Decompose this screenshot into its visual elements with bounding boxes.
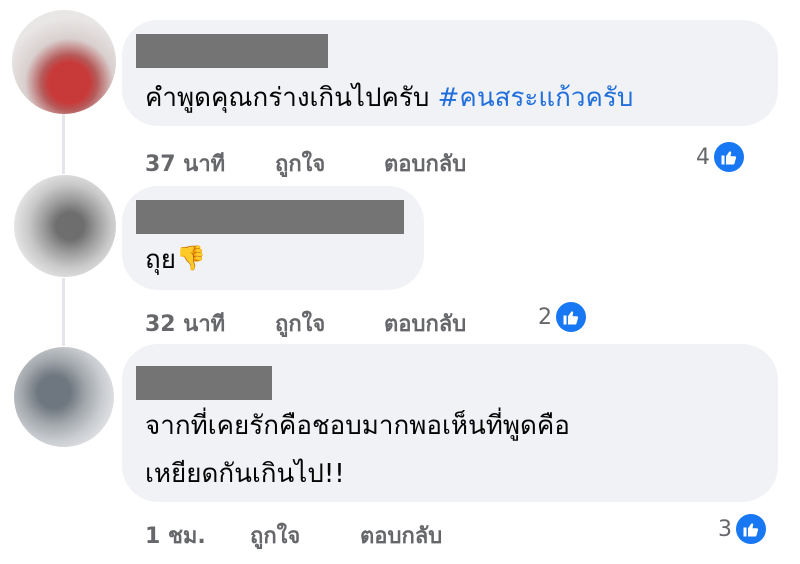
reaction-count: 3 [718,516,732,542]
redacted-author-name [136,366,272,400]
reaction-count: 2 [538,304,552,330]
comment-time[interactable]: 37 นาที [145,146,225,181]
thumbs-down-emoji: 👎 [175,244,206,272]
thread-line [62,114,65,174]
comment-text: คำพูดคุณกร่างเกินไปครับ #คนสระแก้วครับ [145,74,633,122]
reaction-summary[interactable]: 4 [696,142,744,172]
comment-text-body: ถุย [145,245,176,275]
comment-text-line: จากที่เคยรักคือชอบมากพอเห็นที่พูดคือ [145,411,570,441]
thumbs-up-icon [556,302,586,332]
comment-text: จากที่เคยรักคือชอบมากพอเห็นที่พูดคือ เหย… [145,402,570,498]
comment-time[interactable]: 32 นาที [145,306,225,341]
avatar[interactable] [14,347,114,447]
reaction-summary[interactable]: 3 [718,514,766,544]
redacted-author-name [136,34,328,68]
comment-text-line: เหยียดกันเกินไป!! [145,459,345,489]
hashtag-link[interactable]: #คนสระแก้วครับ [438,83,634,113]
thread-line [62,278,65,346]
avatar[interactable] [14,175,116,277]
redacted-author-name [136,200,404,234]
reply-button[interactable]: ตอบกลับ [360,518,442,553]
like-button[interactable]: ถูกใจ [250,518,300,553]
comment-time[interactable]: 1 ชม. [145,518,206,553]
reply-button[interactable]: ตอบกลับ [384,306,466,341]
avatar[interactable] [12,10,116,114]
like-button[interactable]: ถูกใจ [275,306,325,341]
comment-text: ถุย👎 [145,234,206,284]
reaction-summary[interactable]: 2 [538,302,586,332]
thumbs-up-icon [736,514,766,544]
reply-button[interactable]: ตอบกลับ [384,146,466,181]
thumbs-up-icon [714,142,744,172]
reaction-count: 4 [696,144,710,170]
like-button[interactable]: ถูกใจ [275,146,325,181]
comment-text-body: คำพูดคุณกร่างเกินไปครับ [145,83,438,113]
